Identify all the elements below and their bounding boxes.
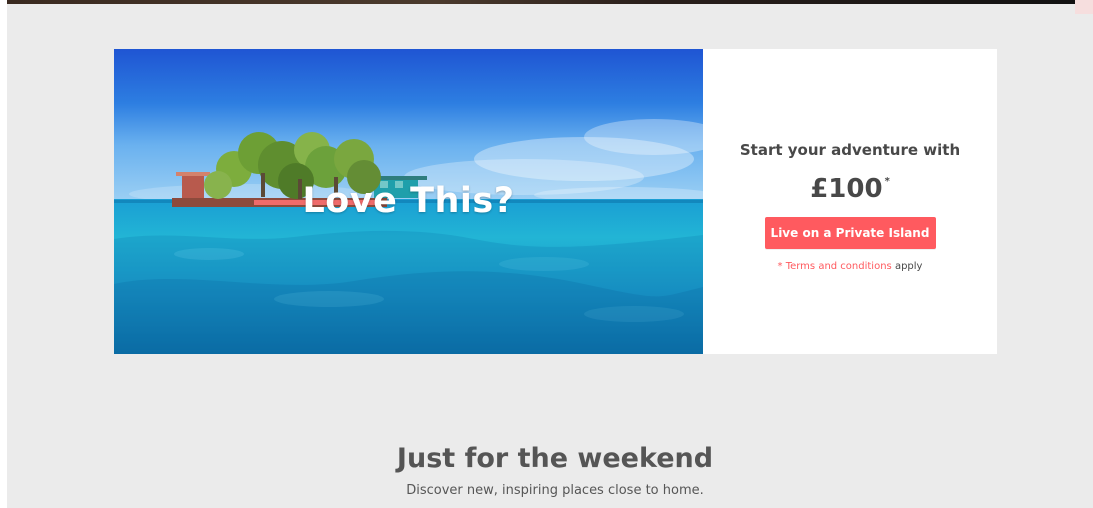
page: Love This? Start your adventure with £10… (7, 0, 1093, 508)
live-on-private-island-button[interactable]: Live on a Private Island (764, 217, 936, 249)
terms-suffix: apply (894, 261, 923, 272)
weekend-section-subtitle: Discover new, inspiring places close to … (406, 483, 704, 498)
promo-image: Love This? (114, 49, 703, 354)
terms-and-conditions-link[interactable]: Terms and conditions (786, 261, 892, 272)
offer-price-asterisk: * (884, 176, 890, 187)
top-right-accent (1075, 0, 1093, 14)
promo-offer: Start your adventure with £100 * Live on… (703, 49, 997, 354)
promo-card: Love This? Start your adventure with £10… (114, 49, 997, 354)
terms-notice: * Terms and conditions apply (703, 261, 997, 272)
promo-image-title: Love This? (302, 181, 515, 221)
top-image-strip (7, 0, 1075, 4)
offer-price: £100 * (810, 174, 890, 204)
offer-price-value: £100 (810, 174, 883, 204)
terms-prefix: * (777, 261, 783, 272)
weekend-section-title: Just for the weekend (396, 443, 714, 474)
offer-intro: Start your adventure with (739, 141, 961, 159)
